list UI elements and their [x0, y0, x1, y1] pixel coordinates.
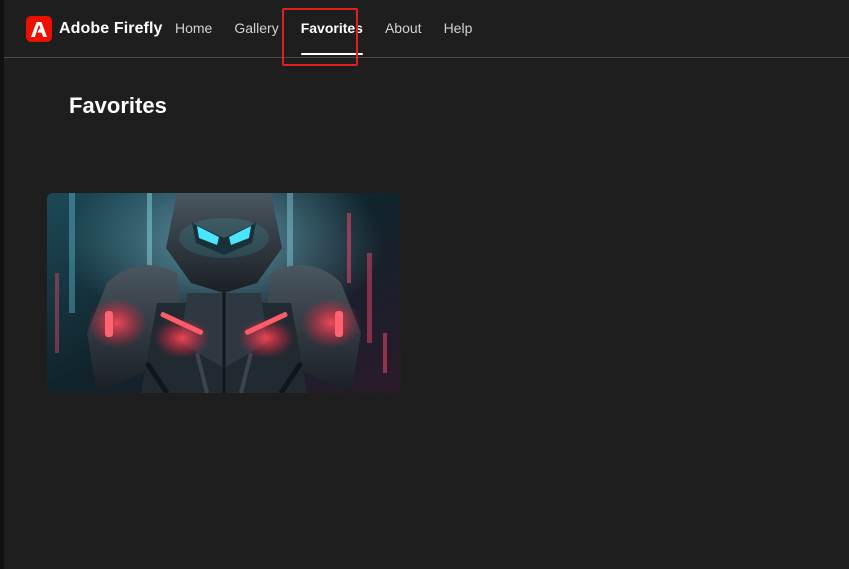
nav-item-favorites[interactable]: Favorites [300, 0, 364, 57]
nav-item-gallery[interactable]: Gallery [234, 0, 278, 57]
cyberpunk-armored-robot-image [47, 193, 401, 393]
nav-item-home[interactable]: Home [175, 0, 212, 57]
main-nav: Home Gallery Favorites About Help [175, 0, 494, 57]
favorite-image-card[interactable] [47, 193, 401, 393]
nav-item-about[interactable]: About [385, 0, 422, 57]
top-navigation-bar: Adobe Firefly Home Gallery Favorites Abo… [4, 0, 849, 58]
brand-name: Adobe Firefly [59, 20, 163, 37]
app-window: Adobe Firefly Home Gallery Favorites Abo… [0, 0, 849, 569]
page-title: Favorites [69, 93, 167, 118]
brand[interactable]: Adobe Firefly [26, 16, 163, 42]
adobe-logo-icon [26, 16, 52, 42]
nav-item-help[interactable]: Help [444, 0, 473, 57]
